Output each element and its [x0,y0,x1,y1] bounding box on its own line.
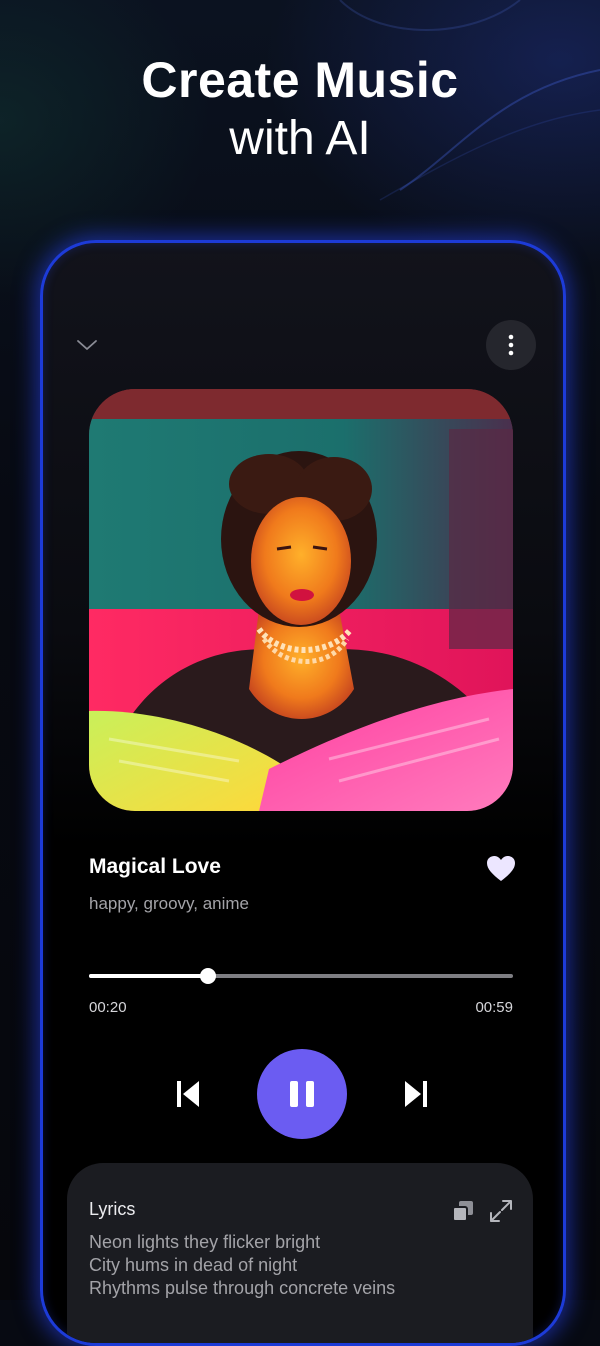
headline-line-2: with AI [229,112,371,165]
progress-thumb[interactable] [199,968,216,984]
lyrics-line: Neon lights they flicker bright [89,1232,321,1252]
album-artwork-image [89,389,513,811]
current-time: 00:20 [89,999,127,1016]
pause-icon [290,1081,314,1107]
more-vertical-icon [508,334,514,356]
chevron-down-icon [77,340,97,350]
skip-previous-icon [177,1081,199,1107]
next-track-button[interactable] [401,1078,429,1110]
track-title: Magical Love [89,855,221,878]
copy-lyrics-button[interactable] [451,1199,475,1223]
collapse-button[interactable] [73,331,101,359]
lyrics-panel: Lyrics Neon lights they flicker bright C… [67,1163,533,1343]
like-button[interactable] [486,855,516,883]
play-pause-button[interactable] [257,1049,347,1139]
lyrics-line: Rhythms pulse through concrete veins [89,1278,396,1298]
lyrics-line: City hums in dead of night [89,1255,298,1275]
expand-lyrics-button[interactable] [489,1199,513,1223]
promo-headline: Create Music with AI [0,50,600,168]
total-duration: 00:59 [475,999,513,1016]
lyrics-label: Lyrics [89,1199,136,1219]
previous-track-button[interactable] [175,1078,203,1110]
phone-frame: Magical Love happy, groovy, anime 00:20 … [40,240,566,1346]
expand-icon [490,1200,512,1222]
heart-icon [487,856,515,881]
copy-icon [452,1201,473,1222]
more-options-button[interactable] [486,320,536,370]
lyrics-text: Neon lights they flicker bright City hum… [89,1231,395,1300]
skip-next-icon [405,1081,427,1107]
playback-progress-slider[interactable] [89,968,513,984]
progress-fill [89,974,208,978]
album-artwork [89,389,513,811]
track-tags: happy, groovy, anime [89,894,250,913]
headline-line-1: Create Music [141,52,459,108]
